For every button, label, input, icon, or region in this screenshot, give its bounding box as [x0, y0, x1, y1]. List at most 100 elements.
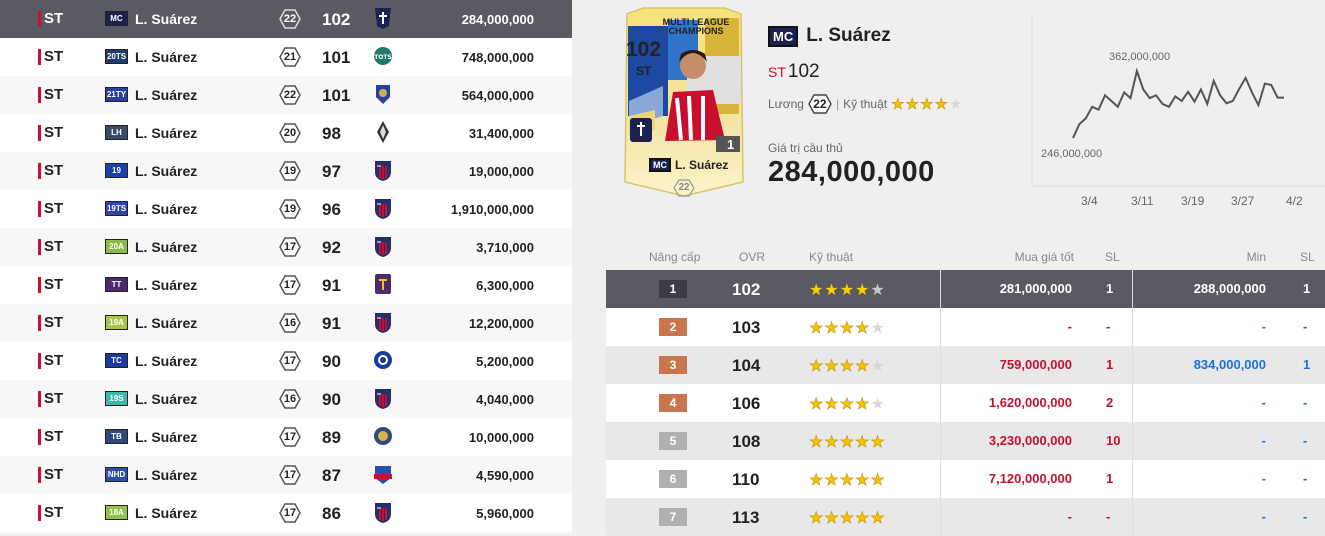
- player-row[interactable]: ST TB L. Suárez 17 89 10,000,000: [0, 418, 572, 456]
- level-hex: 17: [279, 236, 301, 258]
- market-table-header: Nâng cấp OVR Kỹ thuật Mua giá tốt SL Min…: [606, 244, 1325, 270]
- position-marker: [38, 467, 41, 483]
- level-hex: 17: [279, 502, 301, 524]
- club-icon: [373, 348, 393, 372]
- level-hex: 21: [279, 46, 301, 68]
- season-badge: 21TY: [105, 87, 128, 102]
- player-row[interactable]: ST 19A L. Suárez 16 91 12,200,000: [0, 304, 572, 342]
- player-ovr: 101: [322, 86, 351, 105]
- market-row[interactable]: 5 108 ★★★★★ 3,230,000,000 10 - -: [606, 422, 1325, 460]
- row-ovr: 110: [732, 470, 760, 489]
- player-row[interactable]: ST 20TS L. Suárez 21 101 TOTS 748,000,000: [0, 38, 572, 76]
- market-row[interactable]: 4 106 ★★★★★ 1,620,000,000 2 - -: [606, 384, 1325, 422]
- player-list: ST MC L. Suárez 22 102 284,000,000 ST 20TS L. Su…: [0, 0, 572, 534]
- player-ovr: 98: [322, 124, 341, 143]
- row-ovr: 106: [732, 394, 761, 413]
- salary-value: 22: [813, 97, 827, 111]
- player-name: L. Suárez: [135, 353, 198, 369]
- row-buy-count: 1: [1106, 281, 1114, 296]
- player-ovr: 86: [322, 504, 341, 523]
- market-row[interactable]: 2 103 ★★★★★ - - - -: [606, 308, 1325, 346]
- row-buy-price: 3,230,000,000: [988, 433, 1072, 448]
- player-price: 4,590,000: [476, 468, 534, 483]
- club-icon: [373, 272, 393, 296]
- player-row[interactable]: ST LH L. Suárez 20 98 31,400,000: [0, 114, 572, 152]
- chart-x-tick: 4/2: [1286, 194, 1303, 208]
- upgrade-badge: 4: [659, 394, 687, 412]
- col-sl: SL: [1105, 250, 1120, 264]
- player-price: 19,000,000: [468, 164, 534, 179]
- col-buy: Mua giá tốt: [1014, 250, 1074, 264]
- player-ovr: 89: [322, 428, 341, 447]
- row-min-count: -: [1303, 395, 1308, 410]
- club-icon: [373, 424, 393, 448]
- season-badge: TB: [105, 429, 128, 444]
- col-min: Min: [1246, 250, 1266, 264]
- player-row[interactable]: ST 19 L. Suárez 19 97 19,000,000: [0, 152, 572, 190]
- season-badge: 18A: [105, 505, 128, 520]
- row-min-price: -: [1261, 433, 1266, 448]
- level-hex: 20: [279, 122, 301, 144]
- col-skill: Kỹ thuật: [809, 250, 854, 264]
- season-badge: 20TS: [105, 49, 128, 64]
- salary-hex: 22: [808, 94, 832, 114]
- card-pos: ST: [636, 64, 652, 78]
- player-row[interactable]: ST MC L. Suárez 22 102 284,000,000: [0, 0, 572, 38]
- row-buy-count: 1: [1106, 357, 1114, 372]
- player-name: L. Suárez: [135, 391, 198, 407]
- detail-season-badge: MC: [768, 25, 799, 47]
- player-price: 12,200,000: [468, 316, 534, 331]
- row-buy-count: -: [1106, 509, 1111, 524]
- upgrade-badge: 3: [659, 356, 687, 374]
- player-row[interactable]: ST TC L. Suárez 17 90 5,200,000: [0, 342, 572, 380]
- player-row[interactable]: ST 19S L. Suárez 16 90 4,040,000: [0, 380, 572, 418]
- row-stars: ★★★★★: [809, 472, 886, 490]
- card-name-text: L. Suárez: [675, 158, 729, 172]
- club-icon: [373, 158, 393, 182]
- player-price: 5,960,000: [476, 506, 534, 521]
- player-row[interactable]: ST NHD L. Suárez 17 87 4,590,000: [0, 456, 572, 494]
- row-ovr: 108: [732, 432, 761, 451]
- player-row[interactable]: ST 19TS L. Suárez 19 96 1,910,000,000: [0, 190, 572, 228]
- player-price: 1,910,000,000: [450, 202, 534, 217]
- player-price: 4,040,000: [476, 392, 534, 407]
- club-icon: [373, 386, 393, 410]
- player-row[interactable]: ST 21TY L. Suárez 22 101 564,000,000: [0, 76, 572, 114]
- player-row[interactable]: ST TT L. Suárez 17 91 6,300,000: [0, 266, 572, 304]
- position-marker: [38, 277, 41, 293]
- row-min-price: -: [1261, 395, 1266, 410]
- player-name: L. Suárez: [135, 315, 198, 331]
- row-min-count: -: [1303, 433, 1308, 448]
- detail-name-text: L. Suárez: [806, 25, 891, 46]
- col-upgrade: Nâng cấp: [649, 250, 701, 264]
- row-buy-price: -: [1067, 319, 1072, 334]
- market-row[interactable]: 6 110 ★★★★★ 7,120,000,000 1 - -: [606, 460, 1325, 498]
- upgrade-badge: 5: [659, 432, 687, 450]
- player-row[interactable]: ST 20A L. Suárez 17 92 3,710,000: [0, 228, 572, 266]
- card-season-badge: MC: [649, 158, 671, 172]
- row-stars: ★★★★★: [809, 320, 886, 338]
- chart-x-tick: 3/19: [1181, 194, 1205, 208]
- col-ovr: OVR: [739, 250, 766, 264]
- row-ovr: 104: [732, 356, 761, 375]
- player-name: L. Suárez: [135, 429, 198, 445]
- position-marker: [38, 315, 41, 331]
- player-price: 564,000,000: [461, 88, 534, 103]
- market-row[interactable]: 1 102 ★★★★★ 281,000,000 1 288,000,000 1: [606, 270, 1325, 308]
- player-price: 3,710,000: [476, 240, 534, 255]
- club-icon: TOTS: [373, 44, 393, 68]
- player-pos: ST: [44, 352, 64, 369]
- detail-ovr: ST 102: [768, 61, 820, 83]
- market-row[interactable]: 7 113 ★★★★★ - - - -: [606, 498, 1325, 536]
- skill-stars: ★★★★★: [891, 96, 964, 114]
- player-ovr: 92: [322, 238, 341, 257]
- player-row[interactable]: ST 18A L. Suárez 17 86 5,960,000: [0, 494, 572, 532]
- player-name: L. Suárez: [135, 11, 198, 27]
- level-hex: 17: [279, 464, 301, 486]
- club-icon: [373, 196, 393, 220]
- market-row[interactable]: 3 104 ★★★★★ 759,000,000 1 834,000,000 1: [606, 346, 1325, 384]
- upgrade-badge: 7: [659, 508, 687, 526]
- position-marker: [38, 11, 41, 27]
- position-marker: [38, 429, 41, 445]
- price-label: Giá trị cầu thủ: [768, 141, 843, 155]
